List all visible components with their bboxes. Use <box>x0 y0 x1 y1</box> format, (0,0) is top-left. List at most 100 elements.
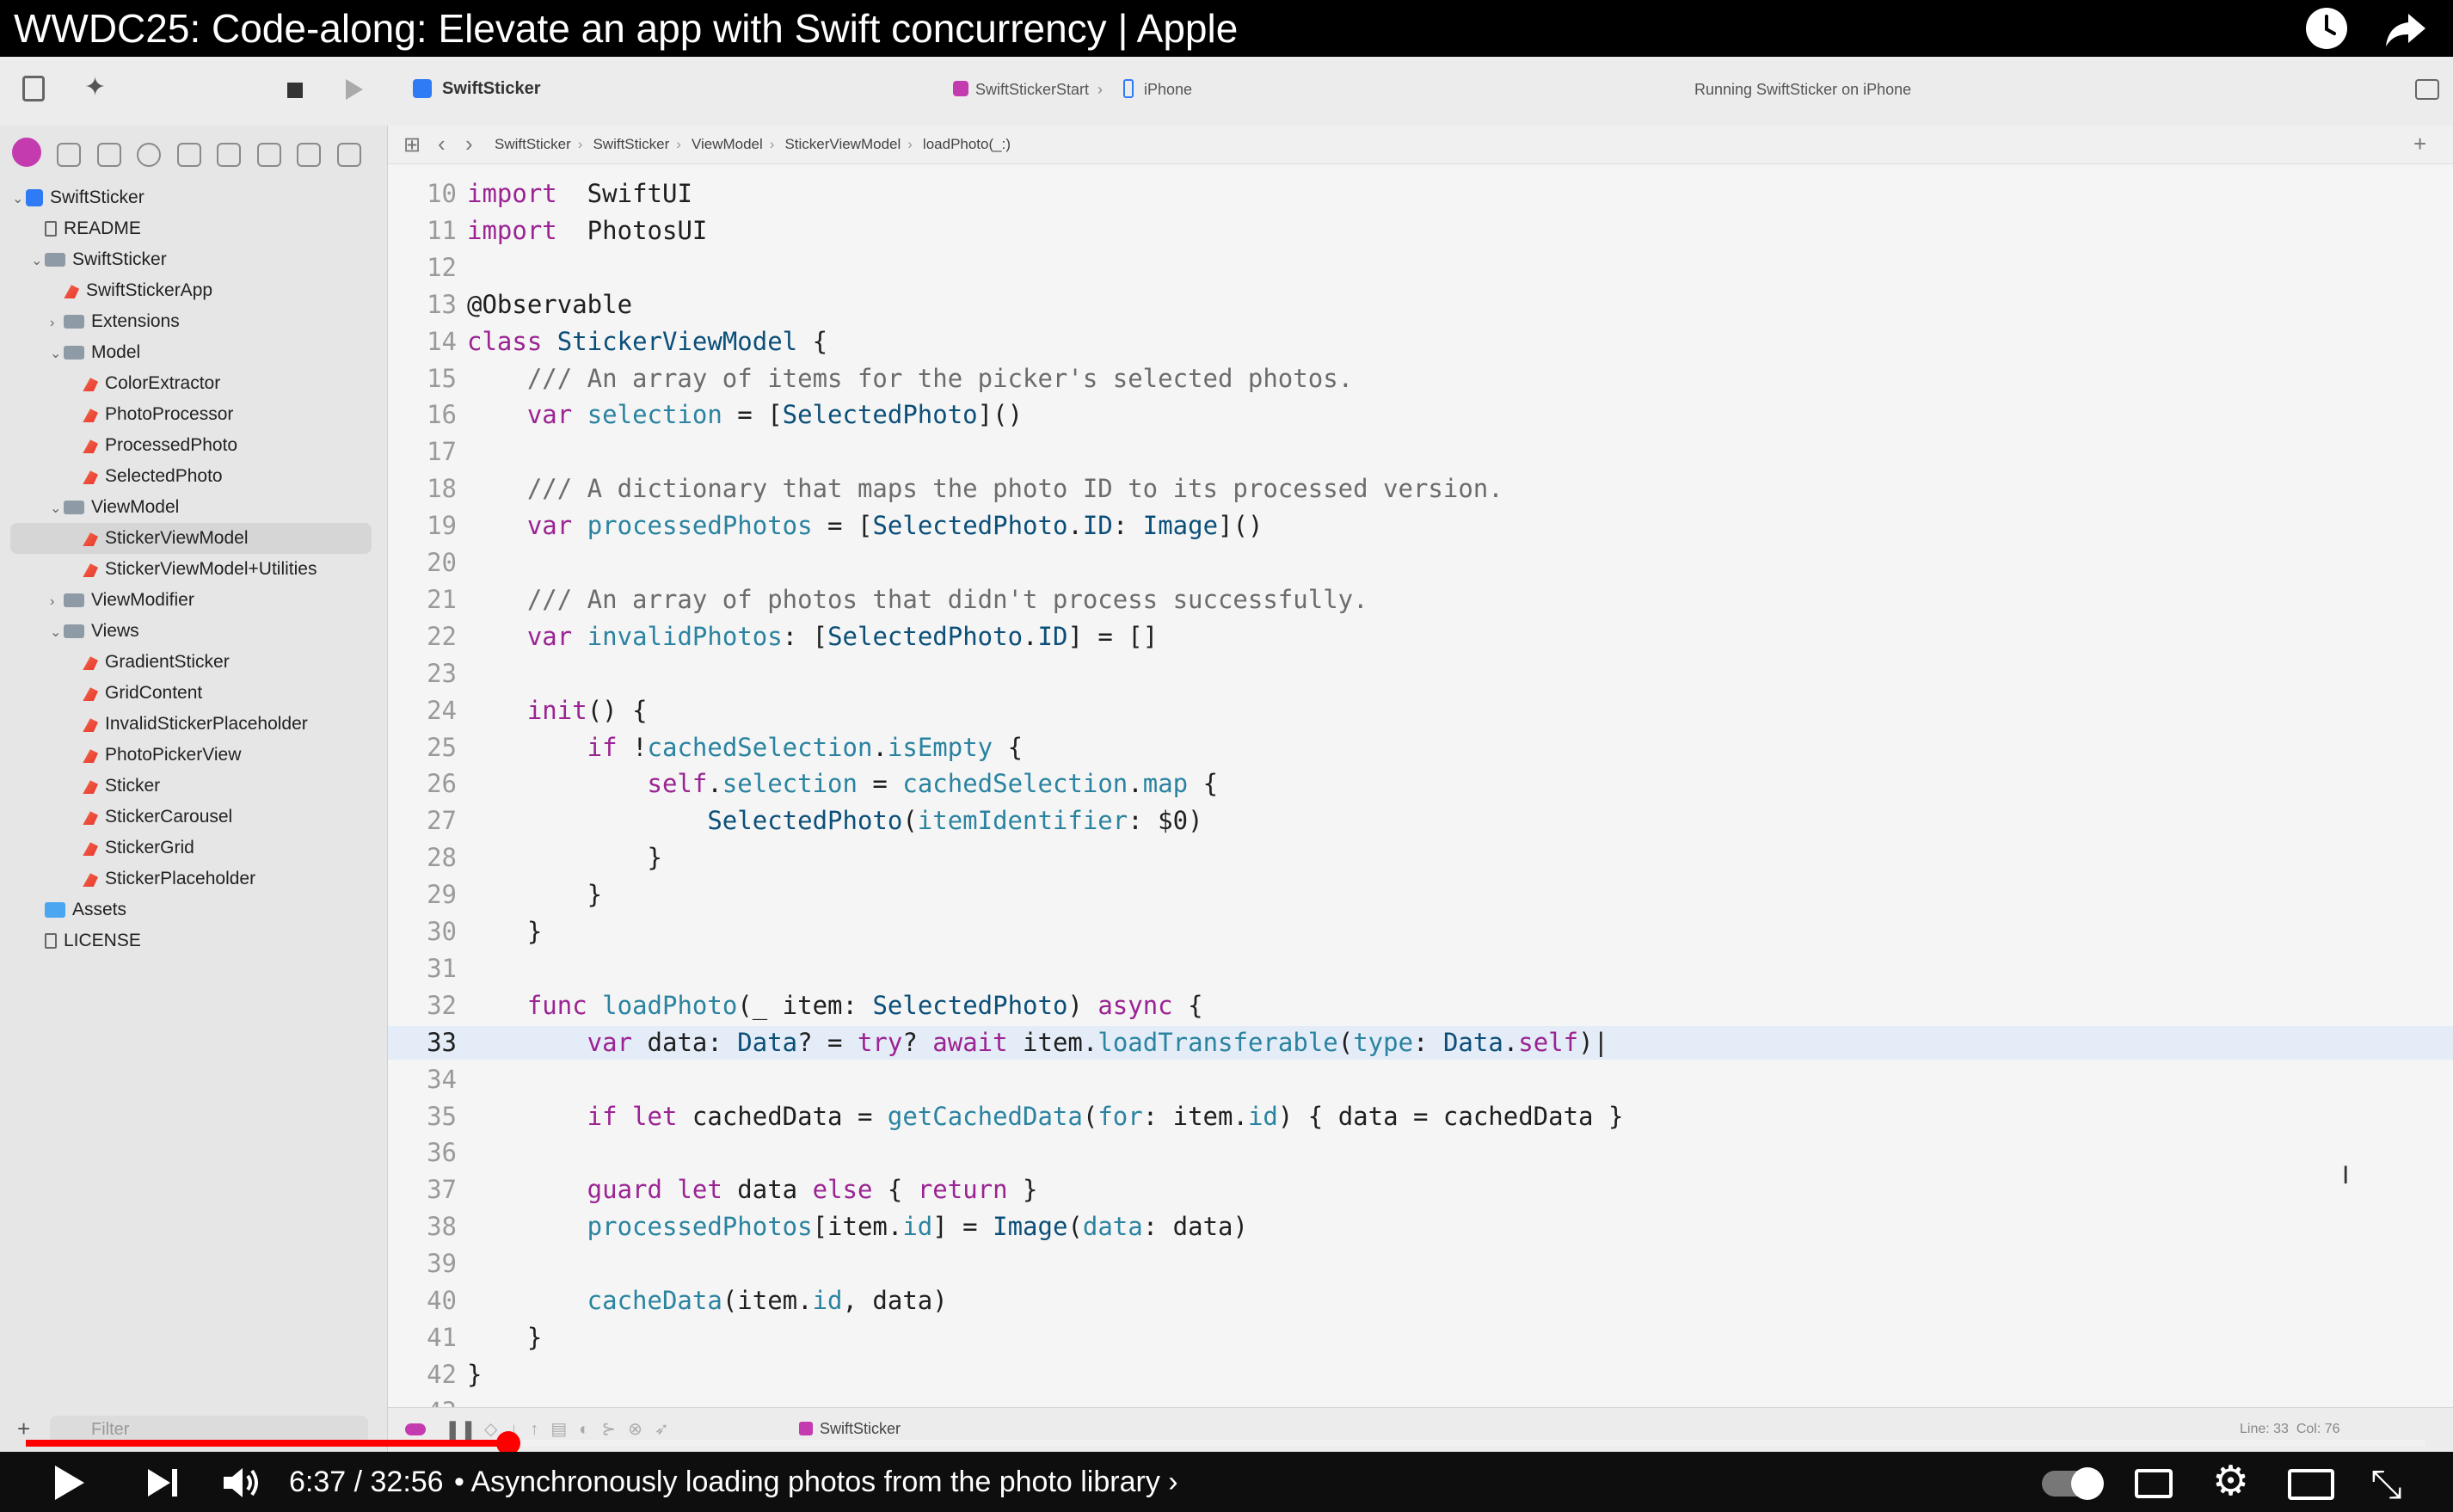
code-line[interactable]: 27 SelectedPhoto(itemIdentifier: $0) <box>388 804 2453 838</box>
sidebar-item-stickerviewmodel-utilities[interactable]: StickerViewModel+Utilities <box>0 554 378 585</box>
add-editor-icon[interactable]: + <box>2413 131 2426 157</box>
code-line[interactable]: 22 var invalidPhotos: [SelectedPhoto.ID]… <box>388 620 2453 654</box>
sidebar-item-swiftsticker[interactable]: ⌄ SwiftSticker <box>0 244 378 275</box>
search-tab-icon[interactable] <box>137 143 162 167</box>
code-line[interactable]: 34 <box>388 1063 2453 1097</box>
sidebar-item-swiftstickerapp[interactable]: SwiftStickerApp <box>0 275 378 306</box>
code-line[interactable]: 29 } <box>388 878 2453 912</box>
debug-tab-icon[interactable] <box>256 143 281 167</box>
related-items-icon[interactable]: ⊞ <box>403 132 421 157</box>
sidebar-item-gridcontent[interactable]: GridContent <box>0 678 378 709</box>
stop-button[interactable] <box>287 83 303 98</box>
code-line[interactable]: 10 import SwiftUI <box>388 177 2453 211</box>
code-line[interactable]: 20 <box>388 546 2453 580</box>
bookmark-tab-icon[interactable] <box>96 143 121 167</box>
exit-fullscreen-icon[interactable]: ⤡ <box>2370 1464 2402 1503</box>
navigator-toggle-icon[interactable] <box>22 76 45 101</box>
autoplay-toggle[interactable] <box>2042 1467 2104 1500</box>
watch-later-icon[interactable] <box>2303 5 2350 52</box>
folder-tab-icon[interactable] <box>12 138 41 167</box>
sidebar-item-processedphoto[interactable]: ProcessedPhoto <box>0 430 378 461</box>
code-line[interactable]: 23 <box>388 657 2453 691</box>
code-line[interactable]: 28 } <box>388 841 2453 875</box>
sidebar-item-stickercarousel[interactable]: StickerCarousel <box>0 802 378 833</box>
video-title[interactable]: WWDC25: Code-along: Elevate an app with … <box>14 3 1238 53</box>
sidebar-item-assets[interactable]: Assets <box>0 894 378 925</box>
disclosure-icon[interactable]: ⌄ <box>50 494 64 525</box>
sidebar-item-gradientsticker[interactable]: GradientSticker <box>0 647 378 678</box>
code-line[interactable]: 14 class StickerViewModel { <box>388 325 2453 359</box>
back-button[interactable]: ‹ <box>438 131 446 157</box>
code-line[interactable]: 42} <box>388 1358 2453 1392</box>
breadcrumb-item[interactable]: ViewModel <box>692 136 763 152</box>
code-line[interactable]: 17 <box>388 435 2453 469</box>
sidebar-item-extensions[interactable]: › Extensions <box>0 306 378 337</box>
code-line[interactable]: 37 guard let data else { return } <box>388 1173 2453 1207</box>
code-line[interactable]: 16 var selection = [SelectedPhoto]() <box>388 398 2453 432</box>
disclosure-icon[interactable]: ⌄ <box>12 184 26 215</box>
sidebar-item-colorextractor[interactable]: ColorExtractor <box>0 368 378 399</box>
code-line[interactable]: 19 var processedPhotos = [SelectedPhoto.… <box>388 509 2453 543</box>
code-line[interactable]: 26 self.selection = cachedSelection.map … <box>388 767 2453 801</box>
disclosure-icon[interactable]: ⌄ <box>31 246 45 277</box>
code-line[interactable]: 11 import PhotosUI <box>388 214 2453 248</box>
debug-area-toggle-icon[interactable] <box>405 1423 426 1435</box>
sidebar-item-swiftsticker[interactable]: ⌄ SwiftSticker <box>0 182 378 213</box>
add-file-icon[interactable]: + <box>17 1416 30 1442</box>
code-line[interactable]: 39 <box>388 1247 2453 1281</box>
share-icon[interactable] <box>2382 5 2429 52</box>
code-line[interactable]: 31 <box>388 952 2453 986</box>
disclosure-icon[interactable]: › <box>50 587 64 618</box>
sidebar-item-selectedphoto[interactable]: SelectedPhoto <box>0 461 378 492</box>
volume-icon[interactable] <box>222 1466 261 1500</box>
sidebar-item-views[interactable]: ⌄ Views <box>0 616 378 647</box>
inspector-toggle-icon[interactable] <box>2415 79 2439 100</box>
code-line[interactable]: 18 /// A dictionary that maps the photo … <box>388 472 2453 506</box>
sidebar-item-model[interactable]: ⌄ Model <box>0 337 378 368</box>
code-line[interactable]: 12 <box>388 251 2453 285</box>
scheme-selector[interactable]: SwiftStickerStart <box>975 81 1089 99</box>
code-line[interactable]: 32 func loadPhoto(_ item: SelectedPhoto)… <box>388 989 2453 1023</box>
code-line[interactable]: 35 if let cachedData = getCachedData(for… <box>388 1100 2453 1134</box>
code-line[interactable]: 38 processedPhotos[item.id] = Image(data… <box>388 1210 2453 1244</box>
disclosure-icon[interactable]: › <box>50 308 64 339</box>
code-line[interactable]: 15 /// An array of items for the picker'… <box>388 362 2453 396</box>
report-tab-icon[interactable] <box>336 143 361 167</box>
settings-icon[interactable]: ⚙ <box>2212 1457 2249 1507</box>
sidebar-item-viewmodel[interactable]: ⌄ ViewModel <box>0 492 378 523</box>
video-progress-bar[interactable] <box>26 1431 2425 1455</box>
sidebar-item-stickerviewmodel[interactable]: StickerViewModel <box>10 523 372 554</box>
breadcrumb-item[interactable]: SwiftSticker <box>495 136 571 152</box>
sidebar-item-license[interactable]: LICENSE <box>0 925 378 956</box>
sidebar-item-invalidstickerplaceholder[interactable]: InvalidStickerPlaceholder <box>0 709 378 740</box>
pause-icon[interactable]: ❚❚ <box>445 1418 476 1441</box>
code-line[interactable]: 13 @Observable <box>388 288 2453 322</box>
airplay-icon[interactable] <box>2288 1469 2334 1500</box>
sidebar-item-stickerplaceholder[interactable]: StickerPlaceholder <box>0 864 378 894</box>
code-area[interactable]: 10 import SwiftUI 11 import PhotosUI 12 13 @Ob… <box>388 177 2453 1467</box>
chapter-title[interactable]: • Asynchronously loading photos from the… <box>454 1452 1178 1512</box>
issue-tab-icon[interactable] <box>176 143 201 167</box>
subtitles-icon[interactable] <box>2135 1469 2173 1498</box>
disclosure-icon[interactable]: ⌄ <box>50 339 64 370</box>
sidebar-item-stickergrid[interactable]: StickerGrid <box>0 833 378 864</box>
test-tab-icon[interactable] <box>217 143 242 167</box>
play-icon[interactable] <box>52 1464 86 1502</box>
breakpoint-tab-icon[interactable] <box>297 143 322 167</box>
breadcrumb-item[interactable]: StickerViewModel <box>784 136 901 152</box>
sparkle-icon[interactable]: ✦ <box>84 72 106 102</box>
next-icon[interactable] <box>146 1467 181 1498</box>
code-line[interactable]: 30 } <box>388 915 2453 949</box>
source-control-tab-icon[interactable] <box>57 143 82 167</box>
code-line[interactable]: 24 init() { <box>388 694 2453 728</box>
code-line[interactable]: 25 if !cachedSelection.isEmpty { <box>388 731 2453 765</box>
forward-button[interactable]: › <box>465 131 473 157</box>
sidebar-item-photopickerview[interactable]: PhotoPickerView <box>0 740 378 771</box>
breadcrumb-item[interactable]: loadPhoto(_:) <box>923 136 1011 152</box>
code-line[interactable]: 40 cacheData(item.id, data) <box>388 1284 2453 1318</box>
sidebar-item-readme[interactable]: README <box>0 213 378 244</box>
code-line[interactable]: 36 <box>388 1136 2453 1170</box>
breadcrumb-item[interactable]: SwiftSticker <box>593 136 669 152</box>
sidebar-item-sticker[interactable]: Sticker <box>0 771 378 802</box>
disclosure-icon[interactable]: ⌄ <box>50 618 64 648</box>
